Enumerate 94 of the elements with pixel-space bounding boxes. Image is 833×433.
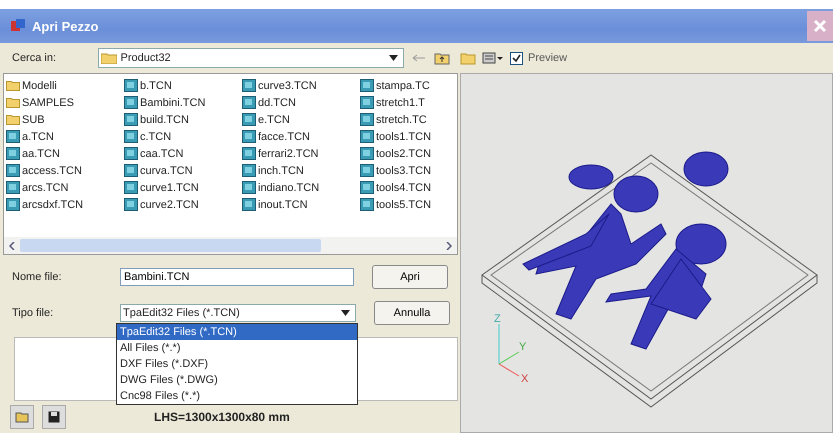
file-icon (242, 113, 256, 126)
file-icon (360, 164, 374, 177)
file-item[interactable]: access.TCN (6, 162, 124, 179)
file-item[interactable]: build.TCN (124, 111, 242, 128)
preview-checkbox[interactable]: Preview (510, 52, 568, 64)
file-icon (6, 164, 20, 177)
file-item[interactable]: tools3.TCN (360, 162, 457, 179)
folder-icon (6, 80, 20, 91)
file-icon (242, 147, 256, 160)
open-folder-button[interactable] (10, 405, 34, 429)
file-icon (124, 181, 138, 194)
file-item[interactable]: tools2.TCN (360, 145, 457, 162)
folder-item[interactable]: SUB (6, 111, 124, 128)
file-name-label: Nome file: (12, 271, 63, 283)
file-icon (242, 130, 256, 143)
file-item[interactable]: inout.TCN (242, 196, 360, 213)
file-item[interactable]: a.TCN (6, 128, 124, 145)
file-icon (360, 79, 374, 92)
file-item[interactable]: curve2.TCN (124, 196, 242, 213)
look-in-label: Cerca in: (11, 52, 58, 64)
window-title: Apri Pezzo (32, 18, 98, 34)
file-icon (242, 79, 256, 92)
file-type-option[interactable]: DWG Files (*.DWG) (117, 372, 357, 388)
file-item[interactable]: indiano.TCN (242, 179, 360, 196)
file-item[interactable]: dd.TCN (242, 94, 360, 111)
file-item[interactable]: facce.TCN (242, 128, 360, 145)
file-item[interactable]: stretch.TC (360, 111, 457, 128)
file-icon (242, 96, 256, 109)
folder-up-icon[interactable] (434, 51, 450, 65)
scroll-left-icon[interactable] (9, 242, 15, 250)
file-item[interactable]: arcs.TCN (6, 179, 124, 196)
file-item[interactable]: stampa.TC (360, 77, 457, 94)
folder-icon (6, 97, 20, 108)
close-icon (813, 19, 827, 33)
file-icon (360, 130, 374, 143)
folder-icon (100, 52, 117, 64)
scroll-right-icon[interactable] (446, 242, 452, 250)
file-icon (242, 181, 256, 194)
file-item[interactable]: b.TCN (124, 77, 242, 94)
file-icon (242, 198, 256, 211)
file-type-option[interactable]: TpaEdit32 Files (*.TCN) (117, 324, 357, 340)
cancel-button[interactable]: Annulla (374, 301, 450, 325)
file-item[interactable]: curva.TCN (124, 162, 242, 179)
file-icon (6, 130, 20, 143)
file-name-field[interactable]: Bambini.TCN (120, 268, 354, 286)
file-icon (124, 147, 138, 160)
file-type-option[interactable]: DXF Files (*.DXF) (117, 356, 357, 372)
file-icon (242, 164, 256, 177)
file-item[interactable]: Bambini.TCN (124, 94, 242, 111)
file-item[interactable]: inch.TCN (242, 162, 360, 179)
dropdown-arrow-icon[interactable] (389, 55, 398, 61)
folder-item[interactable]: Modelli (6, 77, 124, 94)
file-icon (124, 130, 138, 143)
view-menu-icon[interactable] (482, 51, 504, 65)
file-icon (124, 198, 138, 211)
file-item[interactable]: c.TCN (124, 128, 242, 145)
file-icon (360, 96, 374, 109)
file-icon (6, 198, 20, 211)
file-item[interactable]: aa.TCN (6, 145, 124, 162)
file-type-option[interactable]: All Files (*.*) (117, 340, 357, 356)
horizontal-scrollbar[interactable] (4, 237, 457, 254)
file-icon (360, 181, 374, 194)
file-item[interactable]: tools1.TCN (360, 128, 457, 145)
file-icon (6, 181, 20, 194)
file-item[interactable]: stretch1.T (360, 94, 457, 111)
open-button[interactable]: Apri (372, 265, 448, 289)
folder-icon (15, 411, 29, 423)
look-in-dropdown[interactable]: Product32 (98, 48, 404, 68)
file-icon (360, 198, 374, 211)
file-type-dropdown[interactable]: TpaEdit32 Files (*.TCN) (120, 304, 356, 322)
file-item[interactable]: caa.TCN (124, 145, 242, 162)
file-item[interactable]: curve3.TCN (242, 77, 360, 94)
check-icon (512, 54, 521, 62)
file-item[interactable]: arcsdxf.TCN (6, 196, 124, 213)
app-icon (10, 18, 26, 34)
file-item[interactable]: e.TCN (242, 111, 360, 128)
status-text: LHS=1300x1300x80 mm (154, 410, 290, 424)
file-icon (124, 79, 138, 92)
file-item[interactable]: ferrari2.TCN (242, 145, 360, 162)
dropdown-arrow-icon[interactable] (341, 310, 350, 316)
folder-item[interactable]: SAMPLES (6, 94, 124, 111)
file-type-label: Tipo file: (12, 307, 54, 319)
file-icon (124, 164, 138, 177)
file-icon (124, 113, 138, 126)
file-item[interactable]: tools4.TCN (360, 179, 457, 196)
file-type-option[interactable]: Cnc98 Files (*.*) (117, 388, 357, 404)
save-button[interactable] (42, 405, 66, 429)
file-icon (360, 147, 374, 160)
file-icon (124, 96, 138, 109)
file-item[interactable]: curve1.TCN (124, 179, 242, 196)
file-item[interactable]: tools5.TCN (360, 196, 457, 213)
folder-icon (6, 114, 20, 125)
file-icon (360, 113, 374, 126)
file-icon (6, 147, 20, 160)
